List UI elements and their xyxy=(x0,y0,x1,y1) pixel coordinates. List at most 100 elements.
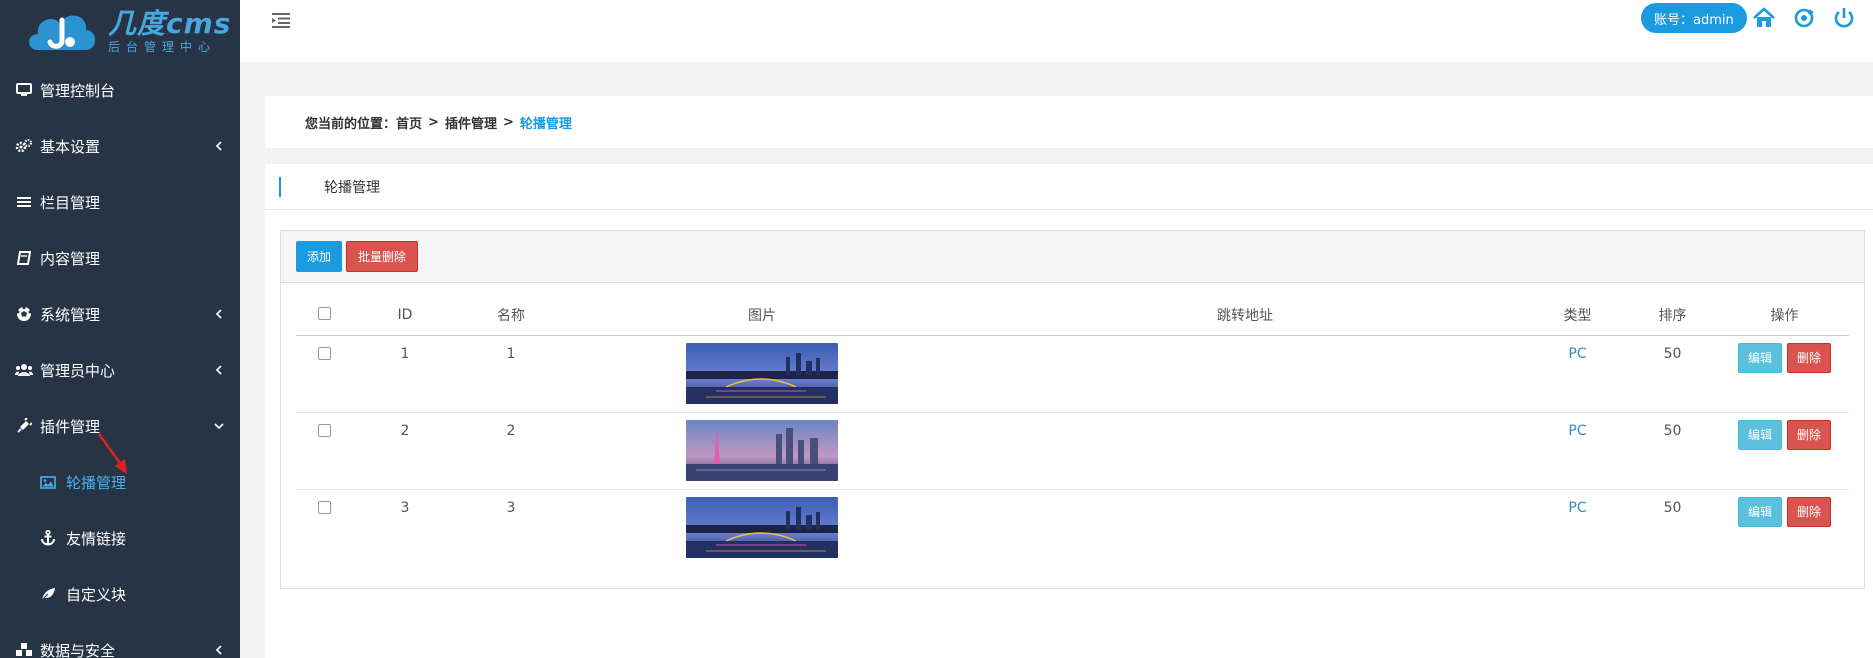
sidebar-item-columns[interactable]: 栏目管理 xyxy=(0,174,240,230)
logo-title: 几度cms xyxy=(108,6,232,40)
cell-type[interactable]: PC xyxy=(1530,489,1625,566)
cell-name: 2 xyxy=(458,412,564,490)
cell-name: 3 xyxy=(506,499,516,516)
sidebar-item-admin-center[interactable]: 管理员中心 xyxy=(0,342,240,398)
sidebar-item-label: 插件管理 xyxy=(40,417,101,436)
sidebar: 几度cms 后台管理中心 管理控制台 基本设置 栏目管理 内容管理 系统管理 管… xyxy=(0,0,240,658)
carousel-list-box: 添加 批量删除 ID 名称 图片 跳转地址 类型 排序 操作 1 1 PC 50… xyxy=(280,230,1865,589)
sidebar-item-label: 数据与安全 xyxy=(40,641,116,658)
gears-icon xyxy=(14,136,34,156)
breadcrumb-separator: > xyxy=(428,114,439,130)
cell-type[interactable]: PC xyxy=(1530,412,1625,490)
chevron-left-icon xyxy=(212,307,226,321)
chevron-left-icon xyxy=(212,643,226,657)
plug-icon xyxy=(14,416,34,436)
breadcrumb-current: 轮播管理 xyxy=(519,116,572,132)
topbar: 账号：admin xyxy=(240,0,1873,62)
users-icon xyxy=(14,360,34,380)
chevron-left-icon xyxy=(212,139,226,153)
sidebar-item-basic-settings[interactable]: 基本设置 xyxy=(0,118,240,174)
cell-type[interactable]: PC xyxy=(1530,335,1625,413)
sidebar-item-label: 系统管理 xyxy=(40,305,101,324)
sidebar-item-label: 基本设置 xyxy=(40,137,101,156)
edit-button[interactable]: 编辑 xyxy=(1737,419,1782,450)
sidebar-item-label: 内容管理 xyxy=(40,249,101,268)
carousel-table: ID 名称 图片 跳转地址 类型 排序 操作 1 1 PC 50 编辑 删除 2… xyxy=(296,296,1849,566)
column-header-image: 图片 xyxy=(564,296,960,336)
power-icon[interactable] xyxy=(1832,7,1856,29)
sidebar-toggle-icon[interactable] xyxy=(270,10,292,30)
row-checkbox[interactable] xyxy=(317,500,331,514)
cell-id: 2 xyxy=(352,412,458,490)
table-row: 2 2 PC 50 编辑 删除 xyxy=(296,412,1849,490)
panel-title: 轮播管理 xyxy=(324,179,380,196)
chevron-down-icon xyxy=(212,419,226,433)
column-header-sort: 排序 xyxy=(1625,296,1720,336)
batch-delete-button[interactable]: 批量删除 xyxy=(346,241,419,272)
content-panel: 轮播管理 添加 批量删除 ID 名称 图片 跳转地址 类型 排序 操作 1 1 … xyxy=(265,164,1873,658)
annotation-arrow-icon xyxy=(97,433,127,474)
sidebar-subitem-links[interactable]: 友情链接 xyxy=(0,510,240,566)
breadcrumb: 您当前的位置： 首页 > 插件管理 > 轮播管理 xyxy=(265,96,1873,148)
cell-id: 1 xyxy=(352,335,458,413)
column-header-url: 跳转地址 xyxy=(960,296,1530,336)
sidebar-item-content[interactable]: 内容管理 xyxy=(0,230,240,286)
soccer-ball-icon xyxy=(14,304,34,324)
cell-name: 1 xyxy=(458,335,564,413)
cubes-icon xyxy=(14,640,34,658)
cell-url xyxy=(960,335,1530,413)
add-button[interactable]: 添加 xyxy=(296,241,343,272)
anchor-icon xyxy=(38,528,58,548)
cloud-logo-icon xyxy=(29,15,95,50)
sidebar-item-label: 管理控制台 xyxy=(40,81,116,100)
sidebar-item-console[interactable]: 管理控制台 xyxy=(0,62,240,118)
breadcrumb-home[interactable]: 首页 xyxy=(396,113,422,132)
delete-button[interactable]: 删除 xyxy=(1787,342,1832,373)
column-header-name: 名称 xyxy=(458,296,564,336)
sidebar-item-system[interactable]: 系统管理 xyxy=(0,286,240,342)
table-row: 3 3 PC 50 编辑 删除 xyxy=(296,489,1849,566)
home-icon[interactable] xyxy=(1752,7,1776,29)
sidebar-menu: 管理控制台 基本设置 栏目管理 内容管理 系统管理 管理员中心 插件管理 轮播管… xyxy=(0,62,240,658)
sidebar-item-data-security[interactable]: 数据与安全 xyxy=(0,622,240,658)
sidebar-subitem-label: 友情链接 xyxy=(66,529,127,548)
logo-subtitle: 后台管理中心 xyxy=(108,39,217,54)
delete-button[interactable]: 删除 xyxy=(1787,419,1832,450)
table-row: 1 1 PC 50 编辑 删除 xyxy=(296,335,1849,413)
logo[interactable]: 几度cms 后台管理中心 xyxy=(0,0,240,62)
cell-sort: 50 xyxy=(1625,335,1720,413)
table-header-row: ID 名称 图片 跳转地址 类型 排序 操作 xyxy=(296,296,1849,336)
row-checkbox[interactable] xyxy=(317,346,331,360)
list-icon xyxy=(14,192,34,212)
sidebar-subitem-custom-block[interactable]: 自定义块 xyxy=(0,566,240,622)
cell-url xyxy=(960,489,1530,566)
breadcrumb-separator: > xyxy=(502,114,514,130)
cell-id: 3 xyxy=(400,499,410,516)
delete-button[interactable]: 删除 xyxy=(1787,496,1832,527)
panel-header: 轮播管理 xyxy=(265,164,1873,210)
edit-button[interactable]: 编辑 xyxy=(1737,496,1782,527)
cell-url xyxy=(960,412,1530,490)
column-header-type: 类型 xyxy=(1530,296,1625,336)
breadcrumb-prefix: 您当前的位置： xyxy=(305,116,397,132)
image-icon xyxy=(38,472,58,492)
account-badge[interactable]: 账号：admin xyxy=(1641,3,1747,33)
cell-sort: 50 xyxy=(1663,499,1682,516)
chevron-left-icon xyxy=(212,363,226,377)
row-checkbox[interactable] xyxy=(317,423,331,437)
city-night-bridge-photo xyxy=(686,496,838,558)
leaf-icon xyxy=(38,584,58,604)
toolbar: 添加 批量删除 xyxy=(281,231,1864,283)
column-header-actions: 操作 xyxy=(1720,296,1849,336)
title-accent-bar xyxy=(279,177,281,197)
cell-sort: 50 xyxy=(1625,412,1720,490)
book-icon xyxy=(14,248,34,268)
column-header-id: ID xyxy=(352,296,458,336)
edit-button[interactable]: 编辑 xyxy=(1737,342,1782,373)
refresh-icon[interactable] xyxy=(1792,7,1816,29)
select-all-checkbox[interactable] xyxy=(317,306,331,320)
sidebar-item-label: 管理员中心 xyxy=(40,361,116,380)
breadcrumb-plugins[interactable]: 插件管理 xyxy=(445,113,497,132)
sidebar-subitem-label: 自定义块 xyxy=(66,585,127,604)
city-night-bridge-photo xyxy=(686,342,838,404)
